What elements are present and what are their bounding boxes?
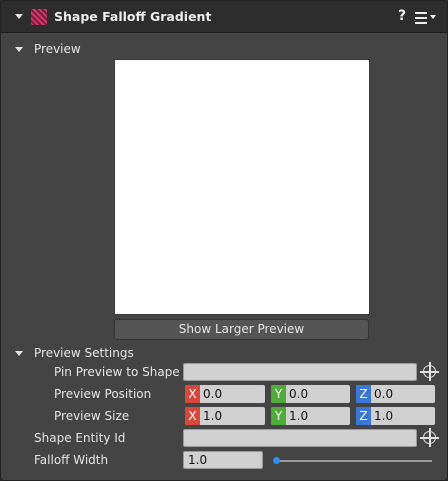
options-menu-icon[interactable] (415, 11, 437, 25)
falloff-width-input[interactable]: 1.0 (183, 451, 263, 469)
x-axis-tag: X (185, 407, 200, 425)
component-header: Shape Falloff Gradient ? (1, 1, 447, 33)
pin-preview-field[interactable] (183, 363, 417, 381)
show-larger-preview-button[interactable]: Show Larger Preview (114, 319, 369, 340)
size-y-value: 1.0 (289, 409, 309, 423)
falloff-width-label: Falloff Width (34, 453, 109, 467)
position-x-field[interactable]: X 0.0 (185, 385, 265, 403)
collapse-arrow-icon[interactable] (15, 14, 23, 19)
position-y-value: 0.0 (289, 387, 309, 401)
size-z-field[interactable]: Z 1.0 (356, 407, 435, 425)
shape-falloff-gradient-icon (31, 9, 47, 25)
shape-entity-id-label: Shape Entity Id (34, 431, 126, 445)
z-axis-tag: Z (356, 407, 371, 425)
preview-settings-arrow-icon[interactable] (15, 351, 23, 356)
falloff-width-slider-handle[interactable] (273, 457, 280, 464)
falloff-width-slider-track[interactable] (276, 460, 432, 462)
preview-position-label: Preview Position (54, 387, 152, 401)
preview-section-label: Preview (34, 42, 81, 56)
component-card: Shape Falloff Gradient ? Preview Show La… (0, 0, 448, 481)
size-x-value: 1.0 (203, 409, 223, 423)
position-z-value: 0.0 (374, 387, 394, 401)
z-axis-tag: Z (356, 385, 371, 403)
gradient-preview-image (114, 59, 370, 315)
preview-section-arrow-icon[interactable] (15, 47, 23, 52)
preview-size-label: Preview Size (54, 409, 130, 423)
entity-picker-icon[interactable] (420, 362, 439, 381)
x-axis-tag: X (185, 385, 200, 403)
pin-preview-label: Pin Preview to Shape (54, 365, 180, 379)
shape-entity-id-field[interactable] (183, 429, 417, 447)
y-axis-tag: Y (271, 385, 286, 403)
position-y-field[interactable]: Y 0.0 (271, 385, 350, 403)
help-icon[interactable]: ? (398, 8, 406, 24)
position-z-field[interactable]: Z 0.0 (356, 385, 435, 403)
size-y-field[interactable]: Y 1.0 (271, 407, 350, 425)
preview-settings-label: Preview Settings (34, 346, 134, 360)
size-x-field[interactable]: X 1.0 (185, 407, 265, 425)
component-title: Shape Falloff Gradient (54, 9, 212, 24)
position-x-value: 0.0 (203, 387, 223, 401)
entity-picker-icon[interactable] (420, 428, 439, 447)
y-axis-tag: Y (271, 407, 286, 425)
size-z-value: 1.0 (374, 409, 394, 423)
